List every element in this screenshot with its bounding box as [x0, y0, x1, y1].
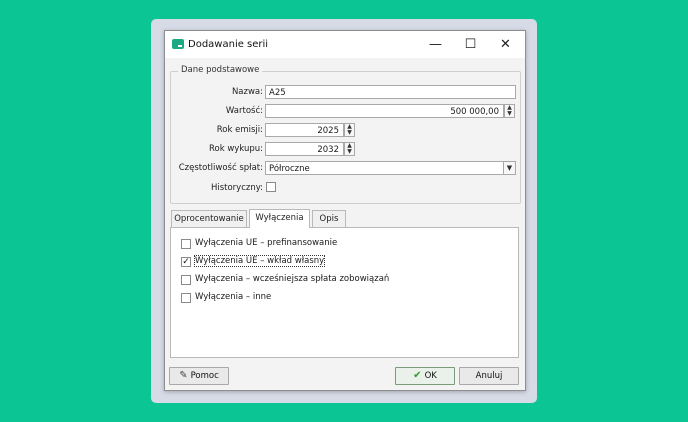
tab-wylaczenia[interactable]: Wyłączenia: [249, 209, 310, 228]
ok-button-label: OK: [424, 371, 437, 381]
value-input[interactable]: 500 000,00: [265, 104, 504, 118]
spin-down-icon[interactable]: ▼: [345, 130, 354, 136]
exclusion-label: Wyłączenia – inne: [195, 292, 272, 302]
spin-down-icon[interactable]: ▼: [505, 111, 514, 117]
exclusion-checkbox[interactable]: [181, 293, 191, 303]
group-title: Dane podstawowe: [178, 65, 263, 75]
frequency-label: Częstotliwość spłat:: [178, 163, 263, 173]
window-title: Dodawanie serii: [188, 39, 269, 50]
tab-oprocentowanie[interactable]: Oprocentowanie: [171, 210, 247, 227]
cancel-button-label: Anuluj: [475, 371, 503, 381]
exclusion-label: Wyłączenia UE – wkład własny: [193, 255, 326, 267]
help-button-label: Pomoc: [190, 371, 219, 381]
historical-checkbox[interactable]: [266, 182, 276, 192]
ok-button[interactable]: ✔ OK: [395, 367, 455, 385]
issue-year-input[interactable]: 2025: [265, 123, 344, 137]
help-button[interactable]: ✎ Pomoc: [169, 367, 229, 385]
help-icon: ✎: [179, 370, 188, 381]
exclusions-panel: Wyłączenia UE – prefinansowanie ✓ Wyłącz…: [170, 227, 519, 358]
buyout-year-spinner[interactable]: ▲ ▼: [344, 142, 355, 156]
name-input[interactable]: A25: [265, 85, 516, 99]
maximize-button[interactable]: ☐: [453, 31, 488, 58]
tab-opis[interactable]: Opis: [312, 210, 346, 227]
buyout-year-label: Rok wykupu:: [208, 144, 263, 154]
exclusion-checkbox[interactable]: [181, 275, 191, 285]
close-button[interactable]: ✕: [488, 31, 523, 58]
minimize-button[interactable]: —: [418, 31, 453, 58]
value-spinner[interactable]: ▲ ▼: [504, 104, 515, 118]
chevron-down-icon[interactable]: ▼: [503, 161, 516, 175]
issue-year-label: Rok emisji:: [216, 125, 263, 135]
exclusion-label: Wyłączenia UE – prefinansowanie: [195, 238, 338, 248]
exclusion-checkbox-checked[interactable]: ✓: [181, 257, 191, 267]
app-icon: [172, 39, 184, 49]
issue-year-spinner[interactable]: ▲ ▼: [344, 123, 355, 137]
title-bar[interactable]: Dodawanie serii — ☐ ✕: [165, 31, 525, 58]
exclusion-label: Wyłączenia – wcześniejsza spłata zobowią…: [195, 274, 390, 284]
value-label: Wartość:: [225, 106, 263, 116]
buyout-year-input[interactable]: 2032: [265, 142, 344, 156]
cancel-button[interactable]: Anuluj: [459, 367, 519, 385]
checkmark-icon: ✔: [413, 370, 422, 381]
dialog-window: Dodawanie serii — ☐ ✕ Dane podstawowe Na…: [164, 30, 526, 391]
basic-data-group: Dane podstawowe Nazwa: A25 Wartość: 500 …: [170, 65, 521, 204]
frequency-select[interactable]: Półroczne: [265, 161, 516, 175]
historical-label: Historyczny:: [210, 183, 263, 193]
spin-down-icon[interactable]: ▼: [345, 149, 354, 155]
name-label: Nazwa:: [231, 87, 263, 97]
exclusion-checkbox[interactable]: [181, 239, 191, 249]
